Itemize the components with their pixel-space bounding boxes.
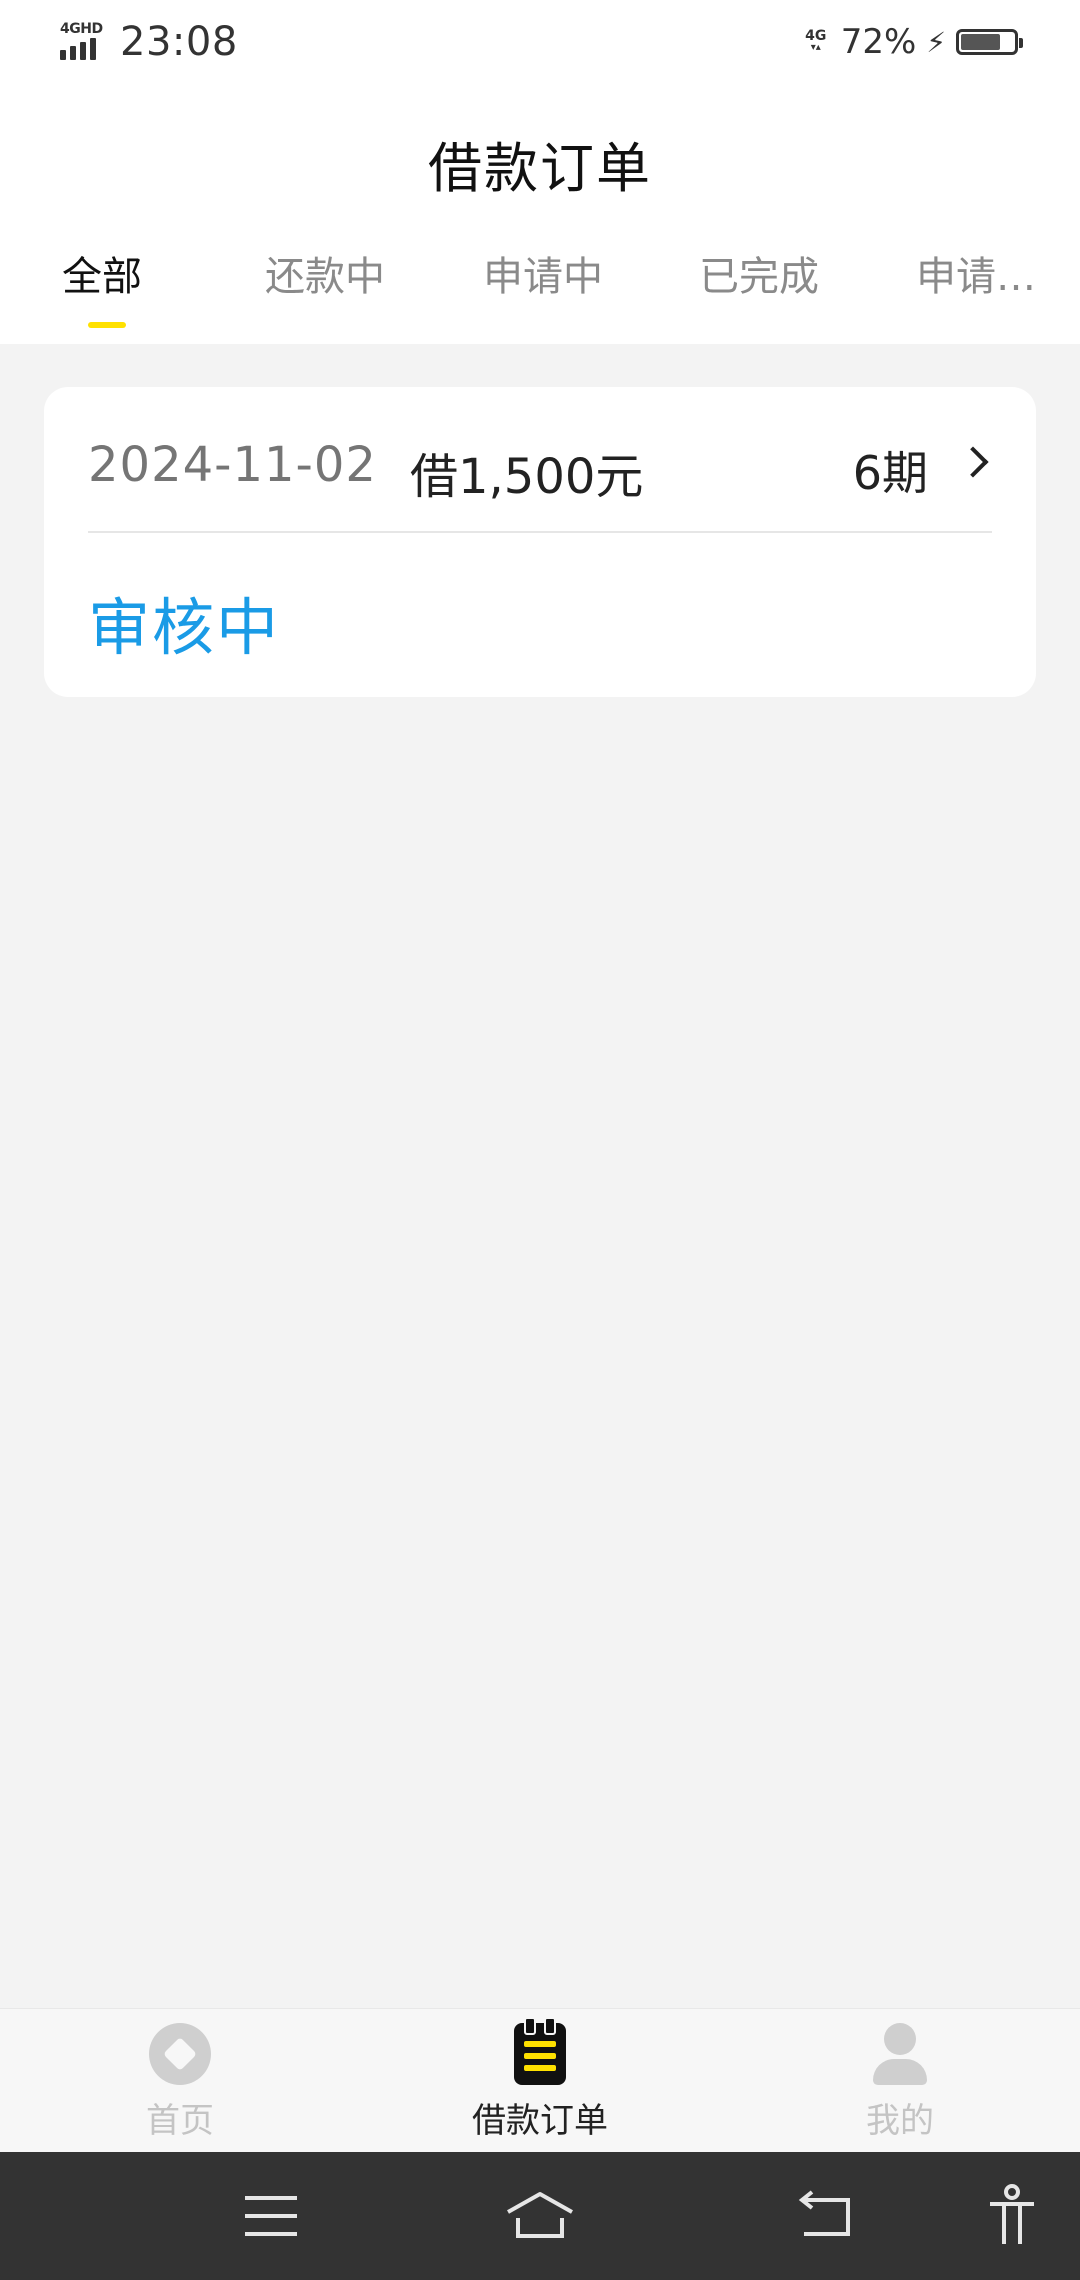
tab-completed[interactable]: 已完成 — [699, 244, 819, 302]
tab-repaying[interactable]: 还款中 — [265, 244, 385, 302]
bottom-tab-bar: 首页 借款订单 我的 — [0, 2008, 1080, 2152]
battery-percent: 72% — [840, 22, 917, 62]
signal-icon: 4GHD — [60, 22, 106, 62]
lightning-icon: ⚡ — [926, 25, 946, 59]
order-card[interactable]: 2024-11-02 借1,500元 6期 审核中 — [44, 387, 1036, 697]
tabbar-home-label: 首页 — [146, 2101, 214, 2141]
header: 借款订单 全部 还款中 申请中 已完成 申请… — [0, 84, 1080, 344]
tabbar-orders-label: 借款订单 — [472, 2101, 608, 2141]
accessibility-icon[interactable] — [986, 2182, 1038, 2250]
order-amount: 借1,500元 — [410, 449, 644, 505]
order-status: 审核中 — [88, 591, 281, 664]
tabbar-mine-label: 我的 — [866, 2101, 934, 2141]
active-tab-indicator — [88, 322, 126, 328]
network-label: 4GHD — [60, 21, 103, 37]
status-right: 4G ▾▴ 72% ⚡ — [803, 18, 1023, 66]
mobile-data-icon: 4G ▾▴ — [805, 28, 827, 53]
chevron-right-icon — [957, 446, 989, 478]
card-divider — [88, 531, 992, 533]
page-title: 借款订单 — [428, 137, 652, 200]
battery-icon — [956, 29, 1023, 55]
notepad-icon — [514, 2017, 566, 2085]
filter-tabs: 全部 还款中 申请中 已完成 申请… — [0, 244, 1080, 344]
order-period: 6期 — [852, 446, 928, 500]
tabbar-orders[interactable]: 借款订单 — [440, 2017, 640, 2142]
menu-icon[interactable] — [245, 2182, 297, 2250]
user-icon — [869, 2023, 931, 2085]
tab-all[interactable]: 全部 — [62, 244, 142, 302]
system-nav-bar — [0, 2152, 1080, 2280]
tab-applying-more[interactable]: 申请… — [916, 244, 1036, 302]
status-left: 4GHD 23:08 — [60, 18, 238, 66]
tab-applying[interactable]: 申请中 — [483, 244, 603, 302]
order-date: 2024-11-02 — [88, 437, 377, 493]
clock: 23:08 — [120, 19, 238, 65]
home-icon[interactable] — [504, 2182, 576, 2250]
app-screen: 4GHD 23:08 4G ▾▴ 72% ⚡ 借款订单 全部 还款中 申请中 已… — [0, 0, 1080, 2280]
tabbar-home[interactable]: 首页 — [80, 2023, 280, 2142]
status-bar: 4GHD 23:08 4G ▾▴ 72% ⚡ — [0, 0, 1080, 84]
home-diamond-icon — [149, 2023, 211, 2085]
order-summary-row: 2024-11-02 借1,500元 6期 — [88, 437, 992, 505]
back-icon[interactable] — [798, 2182, 854, 2250]
tabbar-mine[interactable]: 我的 — [800, 2023, 1000, 2142]
